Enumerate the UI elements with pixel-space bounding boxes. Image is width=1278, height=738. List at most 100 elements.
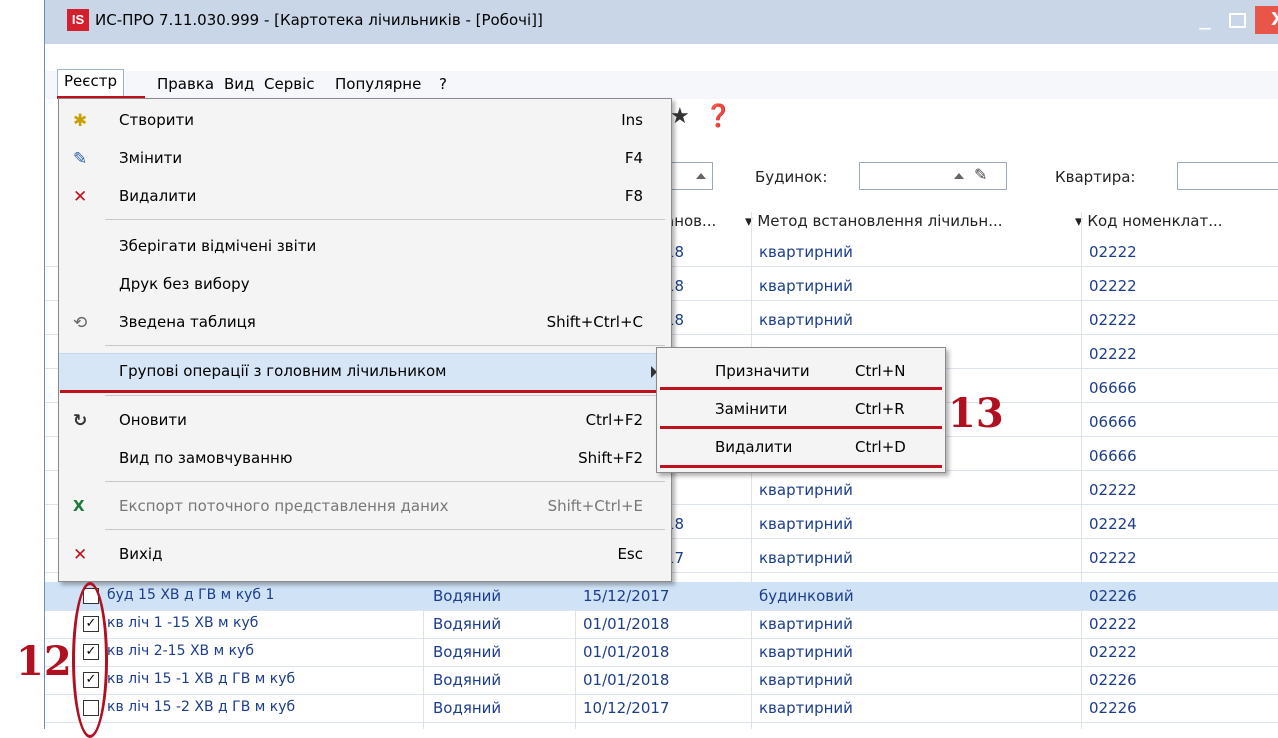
group-operations-submenu: Призначити Ctrl+N Замінити Ctrl+R Видалити… xyxy=(656,347,946,473)
highlight-line xyxy=(660,387,942,390)
cell-code: 02222 xyxy=(1089,345,1137,363)
menu-item-refresh[interactable]: ↻ Оновити Ctrl+F2 xyxy=(59,403,671,439)
table-row[interactable]: кв ліч 15 -2 ХВ д ГВ м куб Водяний 10/12/2… xyxy=(45,694,1278,723)
menu-item-pivot-table[interactable]: ⟲ Зведена таблиця Shift+Ctrl+C xyxy=(59,305,671,341)
cell-name: кв ліч 15 -1 ХВ д ГВ м куб xyxy=(107,671,296,687)
cell-code: 02222 xyxy=(1089,643,1137,661)
app-logo-icon: IS xyxy=(67,9,89,31)
cell-code: 02224 xyxy=(1089,515,1137,533)
cell-method: квартирний xyxy=(759,311,853,329)
menu-help[interactable]: ? xyxy=(439,75,447,93)
title-bar: IS ИС-ПРО 7.11.030.999 - [Картотека лічи… xyxy=(45,0,1278,44)
menu-item-edit[interactable]: ✎ Змінити F4 xyxy=(59,141,671,177)
refresh-icon: ↻ xyxy=(73,411,88,431)
help-icon[interactable]: ❓ xyxy=(705,104,732,129)
cell-name: кв ліч 1 -15 ХВ м куб xyxy=(107,615,259,631)
menu-popular[interactable]: Популярне xyxy=(335,75,421,93)
cell-type: Водяний xyxy=(433,671,502,689)
cell-date: 01/01/2018 xyxy=(583,643,670,661)
cell-date: 10/12/2017 xyxy=(583,699,670,717)
column-code-header[interactable]: ▾ Код номенклат... xyxy=(1075,212,1223,238)
menu-registry[interactable]: Реєстр xyxy=(57,69,125,96)
cell-method: квартирний xyxy=(759,515,853,533)
submenu-item-assign[interactable]: Призначити Ctrl+N xyxy=(657,354,945,390)
cell-code: 02222 xyxy=(1089,481,1137,499)
building-label: Будинок: xyxy=(755,168,828,186)
highlight-line xyxy=(660,465,942,468)
menu-item-print-no-select[interactable]: Друк без вибору xyxy=(59,267,671,303)
menu-item-save-marked-reports[interactable]: Зберігати відмічені звіти xyxy=(59,229,671,265)
annotation-step-13: 13 xyxy=(948,390,1004,437)
annotation-step-12: 12 xyxy=(16,638,72,685)
menu-item-exit[interactable]: ✕ Вихід Esc xyxy=(59,537,671,573)
table-row[interactable]: ✓ кв ліч 1 -15 ХВ м куб Водяний 01/01/2018 к… xyxy=(45,610,1278,639)
cell-method: квартирний xyxy=(759,643,853,661)
cell-method: квартирний xyxy=(759,615,853,633)
menu-item-default-view[interactable]: Вид по замовчуванню Shift+F2 xyxy=(59,441,671,477)
cell-method: квартирний xyxy=(759,671,853,689)
menu-item-create[interactable]: ✱ Створити Ins xyxy=(59,103,671,139)
minimize-button[interactable]: _ xyxy=(1190,6,1220,34)
cell-method: квартирний xyxy=(759,243,853,261)
cell-code: 02226 xyxy=(1089,699,1137,717)
cell-code: 02222 xyxy=(1089,277,1137,295)
table-row[interactable]: буд 15 ХВ д ГВ м куб 1 Водяний 15/12/2017 б… xyxy=(45,582,1278,611)
cell-code: 06666 xyxy=(1089,379,1137,397)
column-method-header[interactable]: ▾ Метод встановлення лічильн... xyxy=(745,212,1003,238)
delete-icon: ✕ xyxy=(73,187,88,207)
cell-code: 02222 xyxy=(1089,615,1137,633)
cell-date: 15/12/2017 xyxy=(583,587,670,605)
registry-dropdown-menu: ✱ Створити Ins ✎ Змінити F4 ✕ Видалити F8 З… xyxy=(58,98,672,582)
column-date-header[interactable]: анов... xyxy=(665,212,716,238)
cell-method: квартирний xyxy=(759,699,853,717)
cell-code: 02226 xyxy=(1089,671,1137,689)
pencil-icon[interactable]: ✎ xyxy=(974,165,987,184)
highlight-line xyxy=(660,426,942,429)
favorites-icon[interactable]: ★ xyxy=(670,104,690,129)
dropdown-arrow-icon xyxy=(696,173,706,179)
maximize-icon xyxy=(1228,12,1246,28)
edit-icon: ✎ xyxy=(73,149,88,169)
menu-item-export: X Експорт поточного представлення даних S… xyxy=(73,497,643,515)
cell-type: Водяний xyxy=(433,643,502,661)
menu-item-delete[interactable]: ✕ Видалити F8 xyxy=(59,179,671,215)
cell-code: 06666 xyxy=(1089,447,1137,465)
cell-code: 02222 xyxy=(1089,549,1137,567)
toolbar: ★ ❓ xyxy=(670,104,732,129)
cell-type: Водяний xyxy=(433,699,502,717)
cell-method: квартирний xyxy=(759,549,853,567)
apartment-input[interactable] xyxy=(1177,162,1278,190)
menu-item-group-operations[interactable]: Групові операції з головним лічильником xyxy=(59,353,671,391)
table-row[interactable]: ✓ кв ліч 15 -1 ХВ д ГВ м куб Водяний 01/01/… xyxy=(45,666,1278,695)
cell-code: 02222 xyxy=(1089,311,1137,329)
cell-name: буд 15 ХВ д ГВ м куб 1 xyxy=(107,587,275,603)
cell-code: 02222 xyxy=(1089,243,1137,261)
close-button[interactable]: X xyxy=(1255,6,1278,34)
cell-method: квартирний xyxy=(759,481,853,499)
excel-export-icon: X xyxy=(73,497,85,515)
table-row[interactable]: ✓ кв ліч 2-15 ХВ м куб Водяний 01/01/2018 кв… xyxy=(45,638,1278,667)
maximize-button[interactable] xyxy=(1223,6,1251,34)
menu-view[interactable]: Вид xyxy=(224,75,254,93)
create-icon: ✱ xyxy=(73,111,88,131)
cell-name: кв ліч 15 -2 ХВ д ГВ м куб xyxy=(107,699,296,715)
cell-method: квартирний xyxy=(759,277,853,295)
exit-icon: ✕ xyxy=(73,545,88,565)
cell-method: будинковий xyxy=(759,587,854,605)
cell-code: 02226 xyxy=(1089,587,1137,605)
apartment-label: Квартира: xyxy=(1055,168,1136,186)
building-input[interactable]: ✎ xyxy=(859,162,1007,190)
submenu-item-replace[interactable]: Замінити Ctrl+R xyxy=(657,392,945,428)
filter-combo-left[interactable] xyxy=(665,162,713,190)
menu-service[interactable]: Сервіс xyxy=(264,75,314,93)
highlight-line xyxy=(60,390,660,393)
menu-edit[interactable]: Правка xyxy=(157,75,214,93)
cell-date: 01/01/2018 xyxy=(583,671,670,689)
dropdown-arrow-icon xyxy=(954,173,964,179)
cell-code: 06666 xyxy=(1089,413,1137,431)
cell-date: 01/01/2018 xyxy=(583,615,670,633)
pivot-icon: ⟲ xyxy=(73,313,88,333)
window-title: ИС-ПРО 7.11.030.999 - [Картотека лічильн… xyxy=(95,11,543,29)
submenu-item-delete[interactable]: Видалити Ctrl+D xyxy=(657,430,945,466)
cell-name: кв ліч 2-15 ХВ м куб xyxy=(107,643,254,659)
